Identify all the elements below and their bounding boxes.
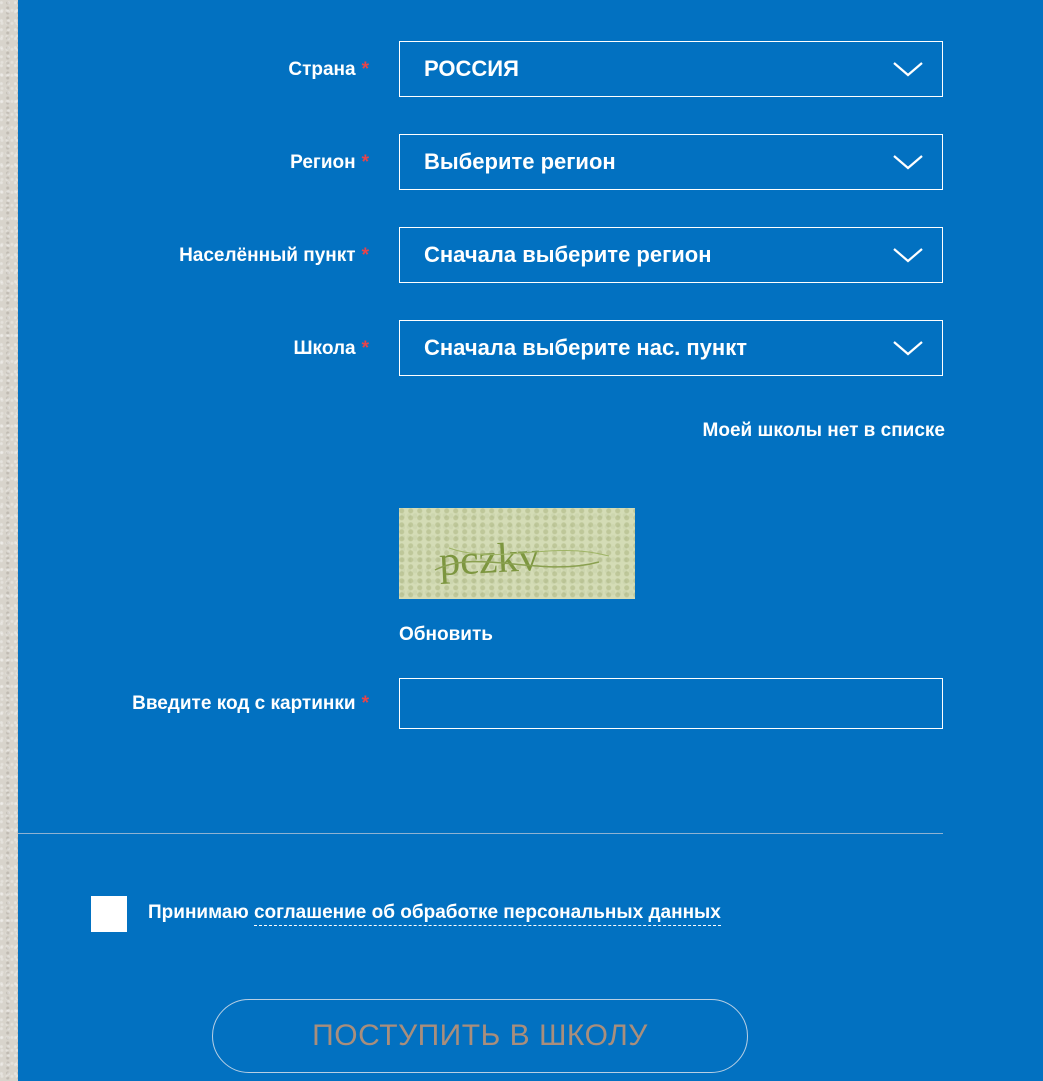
country-label: Страна * — [288, 59, 369, 80]
locality-label: Населённый пункт * — [179, 245, 369, 266]
locality-value: Сначала выберите регион — [424, 242, 712, 267]
school-row: Школа * Сначала выберите нас. пункт — [18, 320, 1043, 380]
country-select[interactable]: РОССИЯ — [399, 41, 943, 97]
region-label: Регион * — [290, 152, 369, 173]
required-mark: * — [361, 245, 369, 266]
agreement-checkbox[interactable] — [91, 896, 127, 932]
divider — [18, 833, 943, 834]
region-select[interactable]: Выберите регион — [399, 134, 943, 190]
locality-row: Населённый пункт * Сначала выберите регио… — [18, 227, 1043, 287]
captcha-image: pczkv — [399, 508, 635, 599]
country-value: РОССИЯ — [424, 56, 519, 81]
chevron-down-icon — [893, 341, 923, 356]
region-value: Выберите регион — [424, 149, 616, 174]
captcha-picture: pczkv — [434, 534, 610, 585]
agreement-text: Принимаю соглашение об обработке персона… — [148, 902, 721, 926]
required-mark: * — [361, 338, 369, 359]
region-row: Регион * Выберите регион — [18, 134, 1043, 194]
locality-select[interactable]: Сначала выберите регион — [399, 227, 943, 283]
registration-panel: Страна * РОССИЯ Регион * Выберите регион Н… — [18, 0, 1043, 1081]
no-school-link[interactable]: Моей школы нет в списке — [703, 420, 945, 442]
chevron-down-icon — [893, 248, 923, 263]
agreement-prefix: Принимаю — [148, 902, 249, 923]
chevron-down-icon — [893, 155, 923, 170]
required-mark: * — [361, 152, 369, 173]
required-mark: * — [361, 59, 369, 80]
chevron-down-icon — [893, 62, 923, 77]
school-select[interactable]: Сначала выберите нас. пункт — [399, 320, 943, 376]
refresh-captcha-link[interactable]: Обновить — [399, 624, 493, 646]
submit-button[interactable]: ПОСТУПИТЬ В ШКОЛУ — [212, 999, 748, 1073]
school-label: Школа * — [293, 338, 369, 359]
required-mark: * — [361, 693, 369, 714]
captcha-text: pczkv — [438, 534, 541, 585]
agreement-link[interactable]: соглашение об обработке персональных дан… — [253, 902, 721, 926]
school-value: Сначала выберите нас. пункт — [424, 335, 747, 360]
country-row: Страна * РОССИЯ — [18, 41, 1043, 101]
captcha-input[interactable] — [399, 678, 943, 729]
captcha-label: Введите код с картинки * — [132, 693, 369, 714]
